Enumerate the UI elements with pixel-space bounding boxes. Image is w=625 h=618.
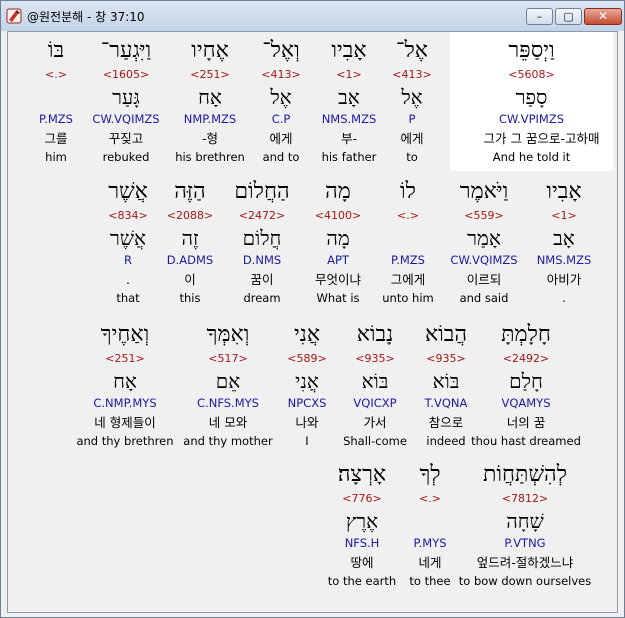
maximize-icon: ▢	[563, 10, 574, 23]
hebrew-word: אֲשֶׁר	[108, 179, 148, 204]
korean-gloss: 땅에	[350, 555, 374, 570]
lemma-word: אֲשֶׁר	[110, 226, 146, 250]
parsing-code: CW.VPIMZS	[498, 112, 565, 126]
strong-number: <251>	[105, 352, 145, 365]
lemma-word: סָפַר	[515, 85, 548, 109]
hebrew-word: בּוֹ	[47, 38, 65, 63]
strong-number: <776>	[342, 492, 382, 505]
lemma-word: אָח	[198, 85, 222, 109]
korean-gloss: 그를	[44, 131, 68, 146]
hebrew-word: וְאַחֶיךָ	[100, 322, 150, 347]
minimize-button[interactable]: –	[526, 8, 553, 25]
english-gloss: that	[116, 291, 140, 305]
english-gloss: and thy brethren	[76, 434, 174, 448]
word-cell[interactable]: וַיְסַפֵּר <5608> סָפַר CW.VPIMZS 그가 그 꿈으로-고…	[483, 32, 600, 167]
korean-gloss: 그가 그 꿈으로-고하매	[483, 131, 600, 146]
hebrew-word: וַיְסַפֵּר	[508, 38, 555, 63]
hebrew-word: אָרְצָה׃	[337, 462, 387, 487]
word-cell[interactable]: וְאַחֶיךָ <251> אָח C.NMP.MYS 네 형제들이 and thy …	[50, 316, 200, 451]
korean-gloss: .	[126, 272, 130, 287]
minimize-icon: –	[536, 10, 543, 23]
word-cell[interactable]: אֲשֶׁר <834> אֲשֶׁר R. that	[80, 173, 176, 308]
title-bar[interactable]: @원전분해 - 창 37:10 – ▢ ✕	[1, 1, 624, 31]
parsing-code: R	[124, 253, 132, 267]
close-button[interactable]: ✕	[584, 8, 622, 25]
lemma-word: אֶרֶץ	[345, 509, 379, 533]
parsing-code: C.NMP.MYS	[93, 396, 157, 410]
app-window: @원전분해 - 창 37:10 – ▢ ✕ וַיְסַפֵּר <5608> סָ…	[0, 0, 625, 618]
strong-number: <834>	[108, 209, 148, 222]
parsing-code: P.MZS	[39, 112, 73, 126]
close-icon: ✕	[597, 9, 609, 23]
verse-analysis-panel: וַיְסַפֵּר <5608> סָפַר CW.VPIMZS 그가 그 꿈으로-고…	[7, 31, 618, 613]
parsing-code: NMP.MZS	[183, 112, 237, 126]
english-gloss: And he told it	[492, 150, 571, 164]
parsing-code: NFS.H	[344, 536, 380, 550]
maximize-button[interactable]: ▢	[555, 8, 582, 25]
strong-number: <5608>	[508, 68, 555, 81]
word-cell[interactable]: אָרְצָה׃ <776> אֶרֶץ NFS.H 땅에 to the earth	[314, 456, 410, 591]
korean-gloss: 네 형제들이	[94, 415, 156, 430]
strong-number: <.>	[45, 68, 67, 81]
strong-number: <251>	[190, 68, 230, 81]
app-icon	[6, 8, 22, 24]
lemma-word: אָח	[113, 369, 137, 393]
korean-gloss: -형	[201, 131, 218, 146]
hebrew-word: אֶחָיו	[191, 38, 229, 63]
english-gloss: to the earth	[327, 574, 397, 588]
english-gloss: him	[45, 150, 67, 164]
window-title: @원전분해 - 창 37:10	[27, 10, 145, 24]
word-cell[interactable]: אֶחָיו <251> אָח NMP.MZS -형 his brethren	[162, 32, 258, 167]
english-gloss: his brethren	[175, 150, 245, 164]
word-cell[interactable]: בּוֹ <.> P.MZS 그를 him	[8, 32, 104, 167]
